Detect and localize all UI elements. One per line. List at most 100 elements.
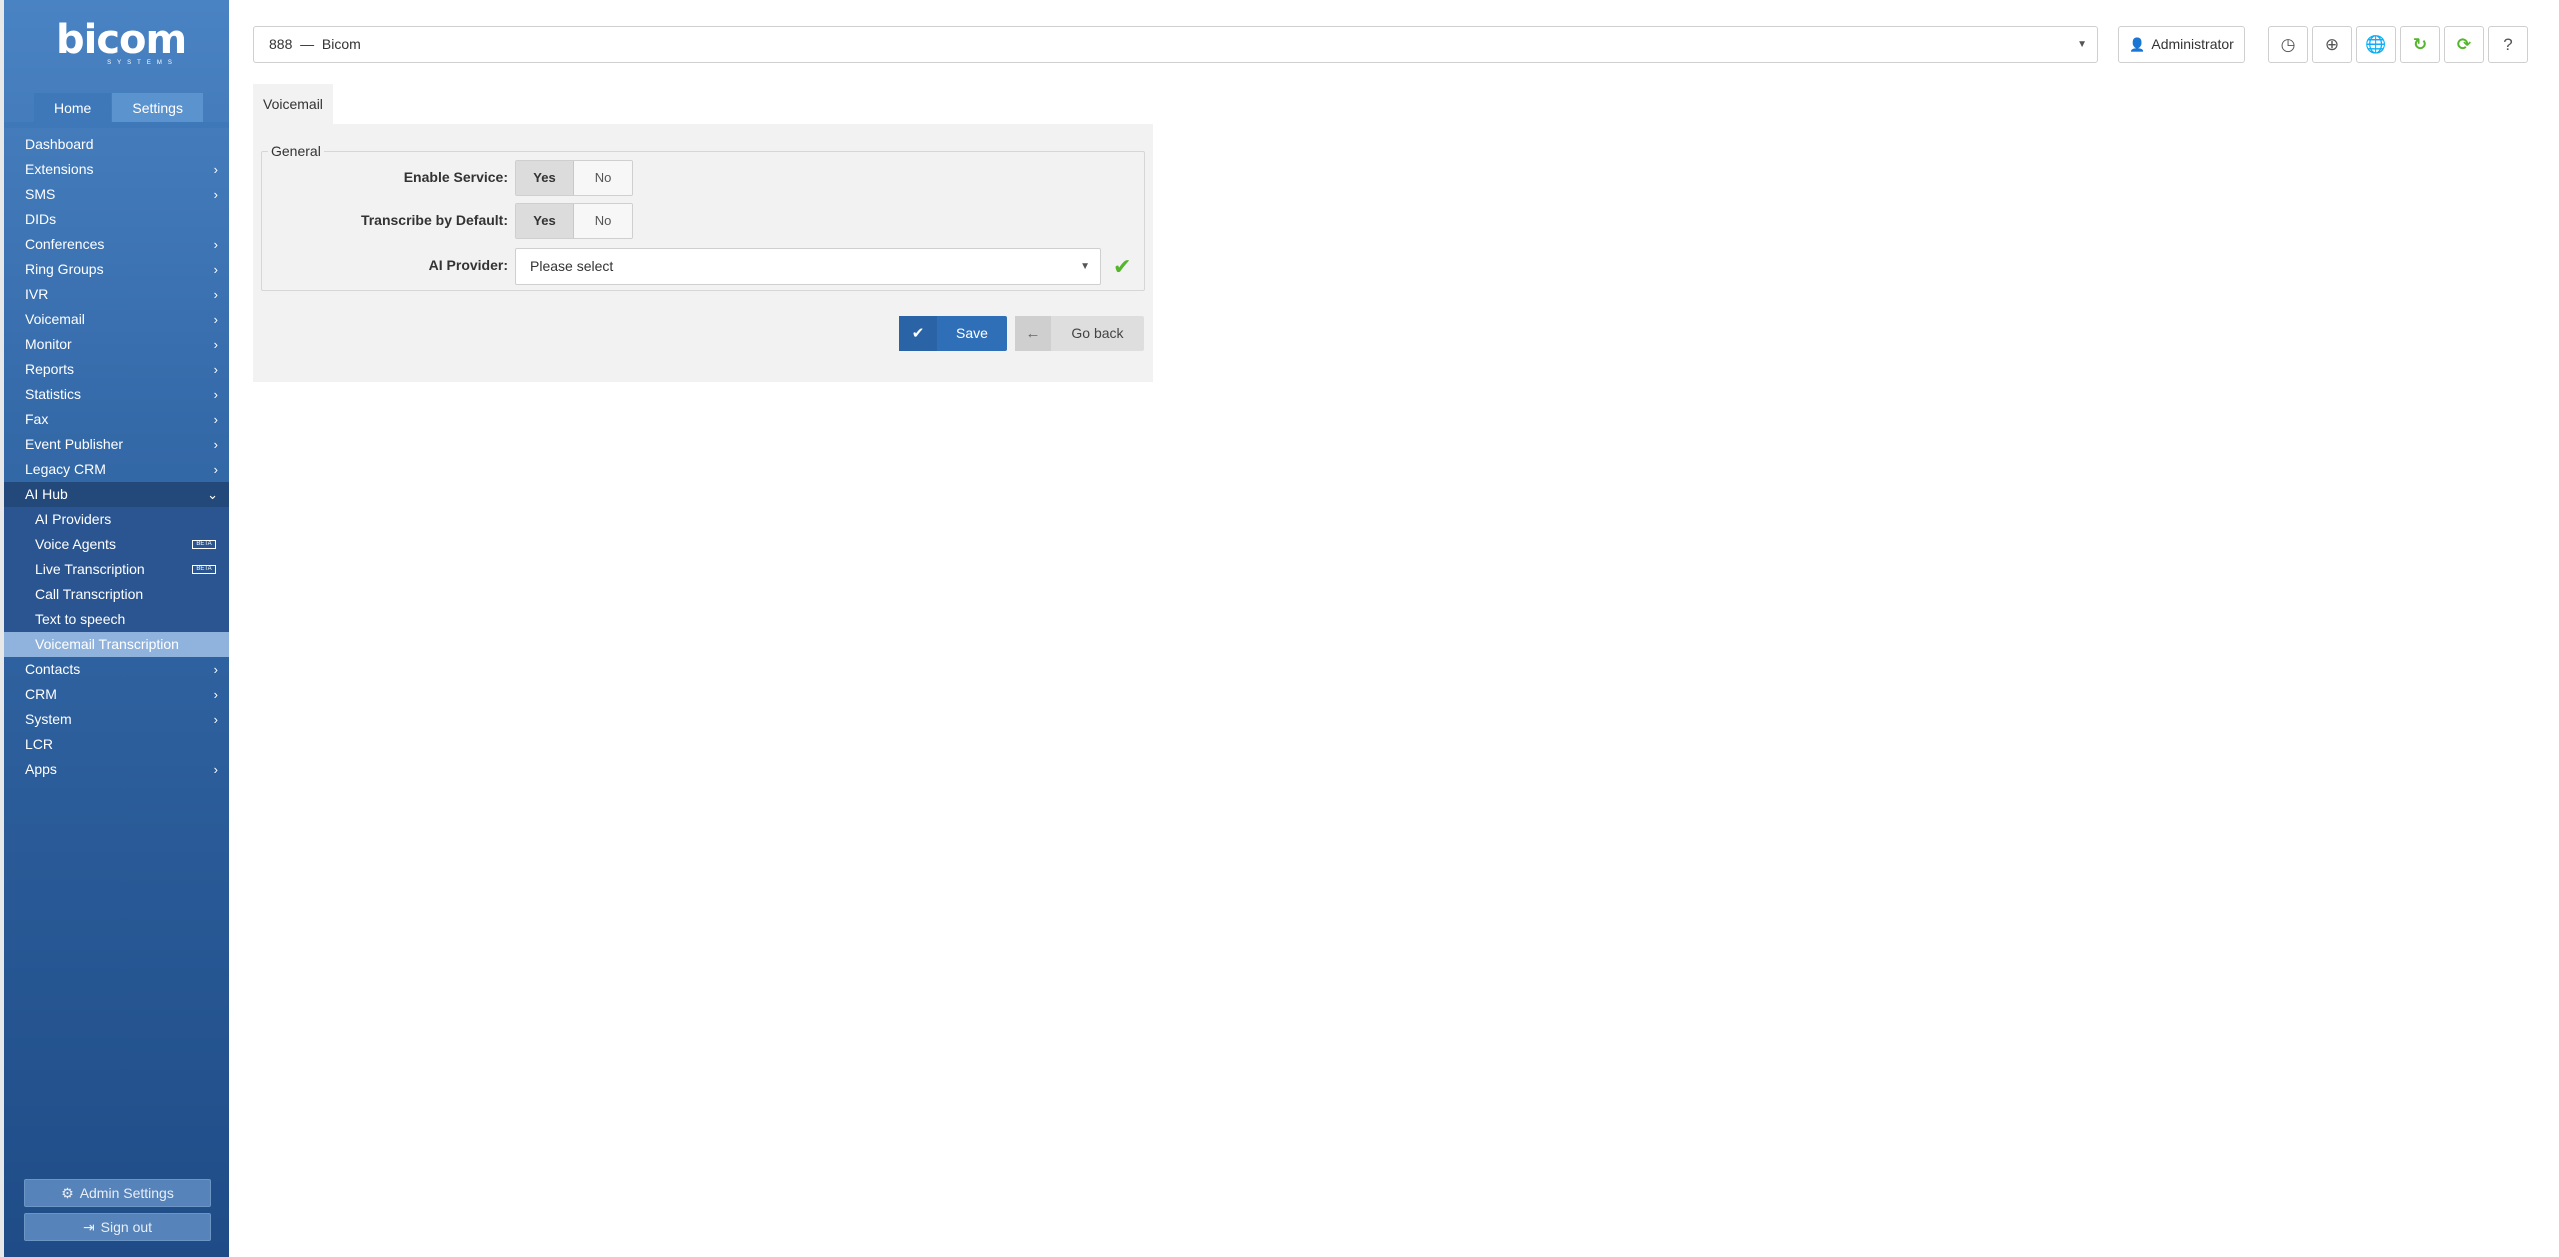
chevron-right-icon: › xyxy=(213,312,218,327)
sidebar-item-lcr[interactable]: LCR xyxy=(4,732,229,757)
sidebar-item-reports[interactable]: Reports › xyxy=(4,357,229,382)
sidebar-subitem-voice-agents[interactable]: Voice Agents BETA xyxy=(4,532,229,557)
sync-icon[interactable]: ⟳ xyxy=(2444,26,2484,63)
sidebar-item-system[interactable]: System › xyxy=(4,707,229,732)
sidebar-item-label: System xyxy=(25,711,72,727)
nav-tabs: Home Settings xyxy=(34,93,203,123)
save-button[interactable]: ✔ Save xyxy=(899,316,1007,351)
sidebar-item-voicemail[interactable]: Voicemail › xyxy=(4,307,229,332)
chevron-down-icon: ⌄ xyxy=(207,487,218,502)
sidebar-subitem-text-to-speech[interactable]: Text to speech xyxy=(4,607,229,632)
sidebar-item-label: CRM xyxy=(25,686,57,702)
sidebar-item-label: Text to speech xyxy=(35,611,126,627)
sign-out-icon: ⇥ xyxy=(82,1219,95,1235)
sidebar-item-label: AI Hub xyxy=(25,486,68,502)
chevron-right-icon: › xyxy=(213,187,218,202)
transcribe-default-no[interactable]: No xyxy=(574,204,632,238)
sidebar-item-label: Legacy CRM xyxy=(25,461,106,477)
sidebar-item-statistics[interactable]: Statistics › xyxy=(4,382,229,407)
chevron-right-icon: › xyxy=(213,412,218,427)
sidebar-item-contacts[interactable]: Contacts › xyxy=(4,657,229,682)
sidebar-item-dashboard[interactable]: Dashboard xyxy=(4,132,229,157)
sidebar-item-extensions[interactable]: Extensions › xyxy=(4,157,229,182)
tab-voicemail[interactable]: Voicemail xyxy=(253,84,333,124)
chevron-right-icon: › xyxy=(213,712,218,727)
caret-down-icon: ▼ xyxy=(2077,39,2087,50)
sidebar-item-crm[interactable]: CRM › xyxy=(4,682,229,707)
sidebar-item-apps[interactable]: Apps › xyxy=(4,757,229,782)
sidebar-subitem-call-transcription[interactable]: Call Transcription xyxy=(4,582,229,607)
sidebar-item-sms[interactable]: SMS › xyxy=(4,182,229,207)
enable-service-toggle: Yes No xyxy=(515,160,633,196)
chevron-right-icon: › xyxy=(213,662,218,677)
sidebar-subitem-ai-providers[interactable]: AI Providers xyxy=(4,507,229,532)
sidebar-item-label: Call Transcription xyxy=(35,586,144,602)
sidebar-item-label: DIDs xyxy=(25,211,57,227)
go-back-button[interactable]: ← Go back xyxy=(1015,316,1144,351)
sidebar-subitem-voicemail-transcription[interactable]: Voicemail Transcription xyxy=(4,632,229,657)
enable-service-yes[interactable]: Yes xyxy=(516,161,574,195)
check-icon: ✔ xyxy=(899,316,937,351)
sidebar-item-event-publisher[interactable]: Event Publisher › xyxy=(4,432,229,457)
gears-icon: ⚙ xyxy=(61,1185,74,1201)
go-back-button-label: Go back xyxy=(1071,325,1124,341)
chevron-right-icon: › xyxy=(213,237,218,252)
checkmark-icon: ✔ xyxy=(1113,254,1132,279)
sidebar-item-label: LCR xyxy=(25,736,54,752)
sidebar-item-monitor[interactable]: Monitor › xyxy=(4,332,229,357)
language-icon[interactable]: 🌐 xyxy=(2356,26,2396,63)
chevron-right-icon: › xyxy=(213,262,218,277)
sidebar-item-conferences[interactable]: Conferences › xyxy=(4,232,229,257)
sign-out-label: Sign out xyxy=(100,1219,153,1235)
chevron-right-icon: › xyxy=(213,687,218,702)
sidebar-item-ivr[interactable]: IVR › xyxy=(4,282,229,307)
chevron-right-icon: › xyxy=(213,462,218,477)
chevron-right-icon: › xyxy=(213,162,218,177)
bicom-logo[interactable]: bicom SYSTEMS xyxy=(56,17,187,68)
tab-home[interactable]: Home xyxy=(34,93,112,123)
help-icon[interactable]: ? xyxy=(2488,26,2528,63)
refresh-icon[interactable]: ↻ xyxy=(2400,26,2440,63)
transcribe-default-yes[interactable]: Yes xyxy=(516,204,574,238)
sign-out-button[interactable]: ⇥ Sign out xyxy=(24,1213,211,1241)
sidebar: bicom SYSTEMS Home Settings Dashboard Ex… xyxy=(0,0,229,1257)
sidebar-item-legacy-crm[interactable]: Legacy CRM › xyxy=(4,457,229,482)
sidebar-item-label: Apps xyxy=(25,761,57,777)
clock-icon[interactable]: ◷ xyxy=(2268,26,2308,63)
admin-settings-button[interactable]: ⚙ Admin Settings xyxy=(24,1179,211,1207)
sidebar-item-ai-hub[interactable]: AI Hub ⌄ xyxy=(4,482,229,507)
general-fieldset: General Enable Service: Yes No Transcrib… xyxy=(261,143,1145,291)
sidebar-item-label: Dashboard xyxy=(25,136,94,152)
chevron-right-icon: › xyxy=(213,362,218,377)
fieldset-legend: General xyxy=(268,143,324,159)
ai-provider-select[interactable]: Please select ▼ xyxy=(515,248,1101,285)
ai-provider-label: AI Provider: xyxy=(428,257,508,273)
sidebar-subitem-live-transcription[interactable]: Live Transcription BETA xyxy=(4,557,229,582)
sidebar-item-label: Extensions xyxy=(25,161,94,177)
sidebar-item-label: SMS xyxy=(25,186,56,202)
chevron-right-icon: › xyxy=(213,762,218,777)
enable-service-no[interactable]: No xyxy=(574,161,632,195)
sidebar-item-dids[interactable]: DIDs xyxy=(4,207,229,232)
user-menu-button[interactable]: 👤 Administrator xyxy=(2118,26,2245,63)
arrow-left-icon: ← xyxy=(1015,316,1051,351)
user-name: Administrator xyxy=(2151,36,2234,52)
logo-wordmark: bicom xyxy=(56,17,187,63)
sidebar-item-label: Reports xyxy=(25,361,75,377)
nav-tab-band xyxy=(4,122,229,128)
globe-grid-icon[interactable]: ⊕ xyxy=(2312,26,2352,63)
logo-subtitle: SYSTEMS xyxy=(107,60,178,66)
enable-service-label: Enable Service: xyxy=(403,169,508,185)
transcribe-default-toggle: Yes No xyxy=(515,203,633,239)
tab-settings[interactable]: Settings xyxy=(112,93,203,123)
sidebar-item-label: AI Providers xyxy=(35,511,112,527)
sidebar-item-label: Voice Agents xyxy=(35,536,116,552)
tenant-select[interactable]: 888 — Bicom ▼ xyxy=(253,26,2098,63)
sidebar-item-label: Live Transcription xyxy=(35,561,145,577)
admin-settings-label: Admin Settings xyxy=(79,1185,174,1201)
sidebar-item-label: Ring Groups xyxy=(25,261,104,277)
sidebar-item-label: Monitor xyxy=(25,336,72,352)
sidebar-item-ring-groups[interactable]: Ring Groups › xyxy=(4,257,229,282)
sidebar-item-fax[interactable]: Fax › xyxy=(4,407,229,432)
beta-badge: BETA xyxy=(192,565,216,574)
